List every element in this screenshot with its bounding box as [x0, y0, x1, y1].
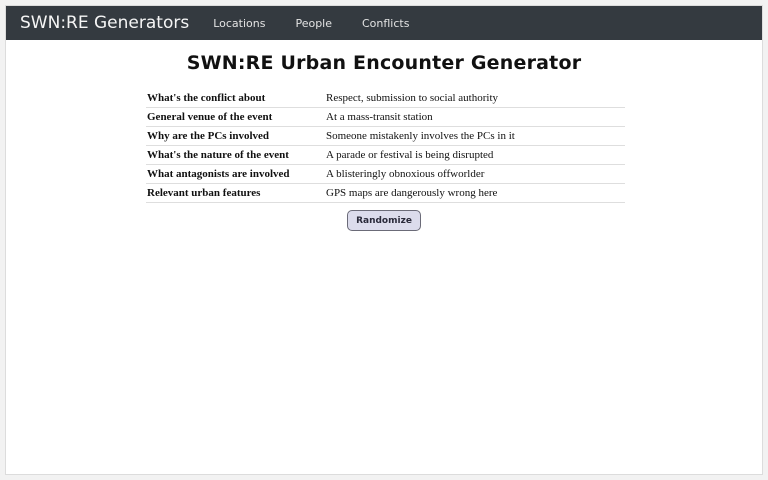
- randomize-button[interactable]: Randomize: [347, 210, 421, 231]
- table-row: What's the conflict about Respect, submi…: [146, 89, 625, 108]
- row-value: GPS maps are dangerously wrong here: [326, 183, 625, 203]
- table-row: Relevant urban features GPS maps are dan…: [146, 183, 625, 203]
- table-row: Why are the PCs involved Someone mistake…: [146, 126, 625, 146]
- page-title: SWN:RE Urban Encounter Generator: [186, 52, 582, 74]
- nav-link-people[interactable]: People: [295, 17, 332, 30]
- row-label: General venue of the event: [146, 107, 326, 127]
- brand-link[interactable]: SWN:RE Generators: [20, 13, 189, 33]
- navbar: SWN:RE Generators Locations People Confl…: [6, 6, 762, 40]
- table-row: What's the nature of the event A parade …: [146, 145, 625, 165]
- row-value: At a mass-transit station: [326, 107, 625, 127]
- row-value: A blisteringly obnoxious offworlder: [326, 164, 625, 184]
- row-label: What's the nature of the event: [146, 145, 326, 165]
- table-row: General venue of the event At a mass-tra…: [146, 107, 625, 127]
- table-row: What antagonists are involved A blisteri…: [146, 164, 625, 184]
- nav-links: Locations People Conflicts: [213, 17, 439, 30]
- nav-link-locations[interactable]: Locations: [213, 17, 265, 30]
- row-label: What's the conflict about: [146, 89, 326, 108]
- nav-link-conflicts[interactable]: Conflicts: [362, 17, 409, 30]
- page-frame: SWN:RE Generators Locations People Confl…: [5, 5, 763, 475]
- encounter-table: What's the conflict about Respect, submi…: [146, 89, 625, 203]
- row-value: A parade or festival is being disrupted: [326, 145, 625, 165]
- row-value: Someone mistakenly involves the PCs in i…: [326, 126, 625, 146]
- row-label: Relevant urban features: [146, 183, 326, 203]
- row-value: Respect, submission to social authority: [326, 89, 625, 108]
- row-label: Why are the PCs involved: [146, 126, 326, 146]
- row-label: What antagonists are involved: [146, 164, 326, 184]
